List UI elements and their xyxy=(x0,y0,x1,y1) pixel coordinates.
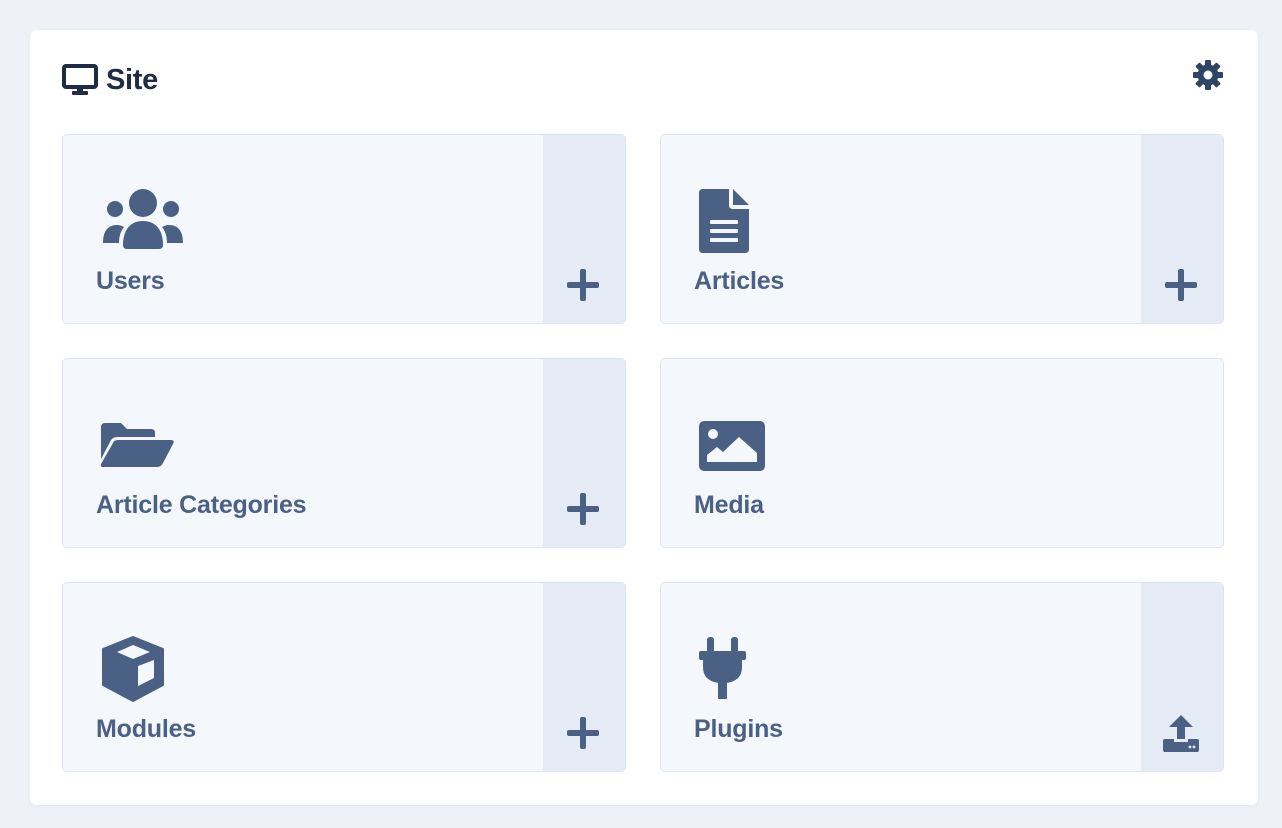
tile-label: Users xyxy=(96,267,165,295)
add-module-button[interactable] xyxy=(543,583,625,771)
panel-title: Site xyxy=(106,63,158,96)
tile-label: Plugins xyxy=(694,715,783,743)
site-panel: Site Users Articles Article Categories M… xyxy=(30,30,1258,805)
add-article-button[interactable] xyxy=(1141,135,1223,323)
add-category-button[interactable] xyxy=(543,359,625,547)
tile-label: Modules xyxy=(96,715,196,743)
tile-label: Article Categories xyxy=(96,491,307,519)
cube-icon xyxy=(97,633,187,705)
tile-media-link[interactable]: Media xyxy=(661,359,1223,547)
plus-icon xyxy=(565,715,601,751)
panel-header: Site xyxy=(62,62,158,98)
tile-users: Users xyxy=(62,134,626,324)
plus-icon xyxy=(565,267,601,303)
tile-label: Articles xyxy=(694,267,785,295)
file-text-icon xyxy=(695,185,785,257)
tile-users-link[interactable]: Users xyxy=(63,135,543,323)
gear-icon xyxy=(1192,59,1224,96)
install-plugin-button[interactable] xyxy=(1141,583,1223,771)
tile-article-categories-link[interactable]: Article Categories xyxy=(63,359,543,547)
add-user-button[interactable] xyxy=(543,135,625,323)
tile-label: Media xyxy=(694,491,764,519)
desktop-icon xyxy=(62,64,98,96)
tile-plugins: Plugins xyxy=(660,582,1224,772)
plus-icon xyxy=(565,491,601,527)
users-icon xyxy=(97,185,187,257)
tile-modules-link[interactable]: Modules xyxy=(63,583,543,771)
tile-plugins-link[interactable]: Plugins xyxy=(661,583,1141,771)
plug-icon xyxy=(695,633,785,705)
tile-media: Media xyxy=(660,358,1224,548)
tile-articles-link[interactable]: Articles xyxy=(661,135,1141,323)
tile-articles: Articles xyxy=(660,134,1224,324)
plus-icon xyxy=(1163,267,1199,303)
upload-icon xyxy=(1161,713,1201,753)
tile-article-categories: Article Categories xyxy=(62,358,626,548)
tile-modules: Modules xyxy=(62,582,626,772)
settings-button[interactable] xyxy=(1191,59,1225,96)
image-icon xyxy=(695,409,785,481)
folder-open-icon xyxy=(97,409,187,481)
